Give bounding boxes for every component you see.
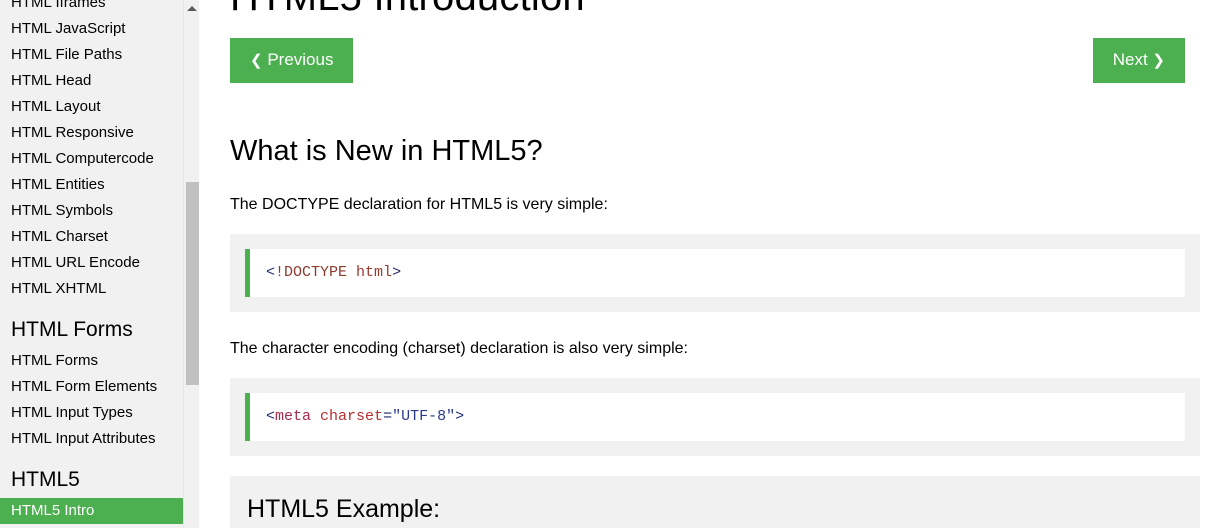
pager-button-row: ❮ Previous Next ❯ xyxy=(230,38,1185,83)
code-token-punct-close: > xyxy=(392,264,402,281)
code-token-attr: charset xyxy=(320,408,384,425)
code-token-tag: meta xyxy=(275,408,312,425)
sidebar-item-html-responsive[interactable]: HTML Responsive xyxy=(0,120,199,146)
sidebar-item-html-computercode[interactable]: HTML Computercode xyxy=(0,146,199,172)
sidebar-navigation: HTML Iframes HTML JavaScript HTML File P… xyxy=(0,0,199,528)
main-scroll-content: HTML5 Introduction ❮ Previous Next ❯ Wha… xyxy=(200,0,1215,528)
sidebar-item-html-xhtml[interactable]: HTML XHTML xyxy=(0,276,199,302)
previous-button-label: Previous xyxy=(267,50,334,69)
sidebar-item-html-input-attributes[interactable]: HTML Input Attributes xyxy=(0,426,199,452)
sidebar-item-html-symbols[interactable]: HTML Symbols xyxy=(0,198,199,224)
code-token-name: html xyxy=(356,264,393,281)
sidebar-item-html-iframes[interactable]: HTML Iframes xyxy=(0,0,199,16)
section-heading: What is New in HTML5? xyxy=(230,135,543,167)
code-token-punct-open: < xyxy=(266,408,276,425)
code-token-punct-close: > xyxy=(455,408,465,425)
code-token-equals: = xyxy=(383,408,393,425)
sidebar-item-html-input-types[interactable]: HTML Input Types xyxy=(0,400,199,426)
sidebar-item-html-head[interactable]: HTML Head xyxy=(0,68,199,94)
example-panel: HTML5 Example: xyxy=(230,476,1200,528)
code-card-doctype: <!DOCTYPE html> xyxy=(230,234,1200,312)
sidebar-bottom-spacer xyxy=(0,524,199,528)
code-token-punct-open: < xyxy=(266,264,276,281)
sidebar-item-html-url-encode[interactable]: HTML URL Encode xyxy=(0,250,199,276)
sidebar-item-html-file-paths[interactable]: HTML File Paths xyxy=(0,42,199,68)
sidebar-heading-html5: HTML5 xyxy=(11,468,80,491)
next-button-label: Next xyxy=(1112,50,1148,69)
code-card-charset: <meta charset="UTF-8"> xyxy=(230,378,1200,456)
code-block-doctype[interactable]: <!DOCTYPE html> xyxy=(245,249,1185,297)
code-block-charset[interactable]: <meta charset="UTF-8"> xyxy=(245,393,1185,441)
scroll-up-arrow-icon[interactable] xyxy=(187,3,197,13)
sidebar-item-html-charset[interactable]: HTML Charset xyxy=(0,224,199,250)
paragraph-charset-intro: The character encoding (charset) declara… xyxy=(230,340,688,357)
page-root: HTML Iframes HTML JavaScript HTML File P… xyxy=(0,0,1215,528)
sidebar-item-html-entities[interactable]: HTML Entities xyxy=(0,172,199,198)
previous-button[interactable]: ❮ Previous xyxy=(230,38,354,83)
chevron-right-icon: ❯ xyxy=(1152,52,1165,69)
sidebar-item-html-form-elements[interactable]: HTML Form Elements xyxy=(0,374,199,400)
sidebar-scrollbar-thumb[interactable] xyxy=(186,182,199,385)
sidebar-item-html-javascript[interactable]: HTML JavaScript xyxy=(0,16,199,42)
sidebar-heading-html-forms: HTML Forms xyxy=(11,318,133,341)
sidebar-item-html-layout[interactable]: HTML Layout xyxy=(0,94,199,120)
code-token-doctype: !DOCTYPE xyxy=(275,264,348,281)
sidebar-scrollbar-track[interactable] xyxy=(183,0,199,528)
sidebar-item-html5-intro[interactable]: HTML5 Intro xyxy=(0,498,199,524)
example-heading: HTML5 Example: xyxy=(247,495,441,523)
chevron-left-icon: ❮ xyxy=(250,52,263,69)
main-content: HTML5 Introduction ❮ Previous Next ❯ Wha… xyxy=(200,0,1215,528)
page-title: HTML5 Introduction xyxy=(230,0,1215,20)
sidebar-item-html-forms[interactable]: HTML Forms xyxy=(0,348,199,374)
code-token-string: "UTF-8" xyxy=(392,408,456,425)
paragraph-doctype-intro: The DOCTYPE declaration for HTML5 is ver… xyxy=(230,196,608,213)
sidebar-scroll-content: HTML Iframes HTML JavaScript HTML File P… xyxy=(0,0,199,528)
next-button[interactable]: Next ❯ xyxy=(1092,38,1185,83)
